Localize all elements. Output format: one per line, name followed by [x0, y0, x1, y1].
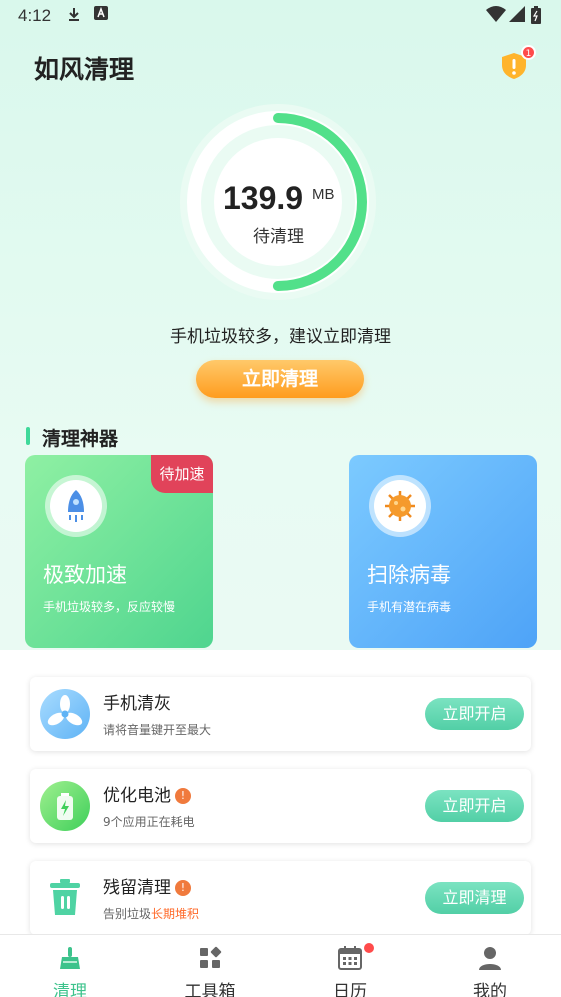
trash-icon [40, 873, 90, 923]
signal-icon [509, 6, 525, 26]
calendar-icon [337, 945, 363, 971]
user-icon [477, 945, 503, 971]
item-description: 9个应用正在耗电 [103, 815, 195, 829]
card-description: 手机有潜在病毒 [367, 600, 452, 614]
tools-list: 手机清灰 请将音量键开至最大 立即开启 优化电池! 9个应用正在耗电 立即开启 … [0, 650, 561, 935]
fan-icon [40, 689, 90, 739]
virus-icon-circle [369, 475, 431, 537]
tab-calendar[interactable]: 日历 [280, 935, 420, 997]
virus-scan-card[interactable]: 扫除病毒 手机有潜在病毒 [349, 455, 537, 648]
speed-boost-card[interactable]: 待加速 极致加速 手机垃圾较多，反应较慢 [25, 455, 213, 648]
bottom-tab-bar: 清理 工具箱 日历 我的 [0, 934, 561, 997]
tab-profile[interactable]: 我的 [420, 935, 560, 997]
card-title: 极致加速 [43, 563, 127, 587]
card-title: 扫除病毒 [367, 563, 451, 587]
list-item-dust-clean[interactable]: 手机清灰 请将音量键开至最大 立即开启 [30, 677, 531, 751]
download-icon [66, 6, 82, 26]
clean-now-button[interactable]: 立即清理 [425, 882, 524, 914]
tab-label: 工具箱 [184, 982, 236, 997]
rocket-icon-circle [45, 475, 107, 537]
item-title: 优化电池! [103, 781, 191, 806]
item-title: 手机清灰 [103, 694, 171, 714]
broom-icon [57, 945, 83, 971]
tab-clean[interactable]: 清理 [0, 935, 140, 997]
list-item-residue-clean[interactable]: 残留清理! 告别垃圾长期堆积 立即清理 [30, 861, 531, 935]
notification-badge: 1 [521, 45, 536, 60]
item-description: 告别垃圾长期堆积 [103, 907, 200, 921]
gauge-unit: MB [312, 186, 335, 203]
warning-icon: ! [175, 880, 191, 896]
a-icon [94, 6, 108, 24]
status-time: 4:12 [18, 6, 52, 25]
gauge-label: 待清理 [253, 227, 304, 247]
wifi-icon [486, 6, 506, 26]
tab-label: 日历 [333, 982, 367, 997]
status-bar: 4:12 [0, 0, 561, 32]
item-description: 请将音量键开至最大 [103, 723, 212, 737]
clean-suggestion: 手机垃圾较多，建议立即清理 [170, 327, 391, 347]
app-title: 如风清理 [34, 56, 135, 84]
card-description: 手机垃圾较多，反应较慢 [43, 600, 176, 614]
pending-boost-tag: 待加速 [151, 455, 213, 493]
gauge-value: 139.9 [223, 180, 304, 216]
battery-icon [40, 781, 90, 831]
battery-icon [531, 6, 541, 28]
rocket-icon [68, 490, 84, 522]
start-now-button[interactable]: 立即开启 [425, 790, 524, 822]
start-now-button[interactable]: 立即开启 [425, 698, 524, 730]
tab-toolbox[interactable]: 工具箱 [140, 935, 280, 997]
highlight-text: 长期堆积 [151, 907, 200, 921]
list-item-battery-optimize[interactable]: 优化电池! 9个应用正在耗电 立即开启 [30, 769, 531, 843]
calendar-notification-dot [364, 943, 374, 953]
clean-now-button[interactable]: 立即清理 [196, 360, 364, 398]
tab-label: 清理 [53, 982, 87, 997]
section-title: 清理神器 [42, 428, 119, 450]
item-title: 残留清理! [103, 873, 191, 898]
grid-icon [197, 945, 223, 971]
warning-icon: ! [175, 788, 191, 804]
virus-icon [385, 491, 415, 521]
section-accent-bar [26, 427, 30, 445]
tab-label: 我的 [473, 982, 507, 997]
